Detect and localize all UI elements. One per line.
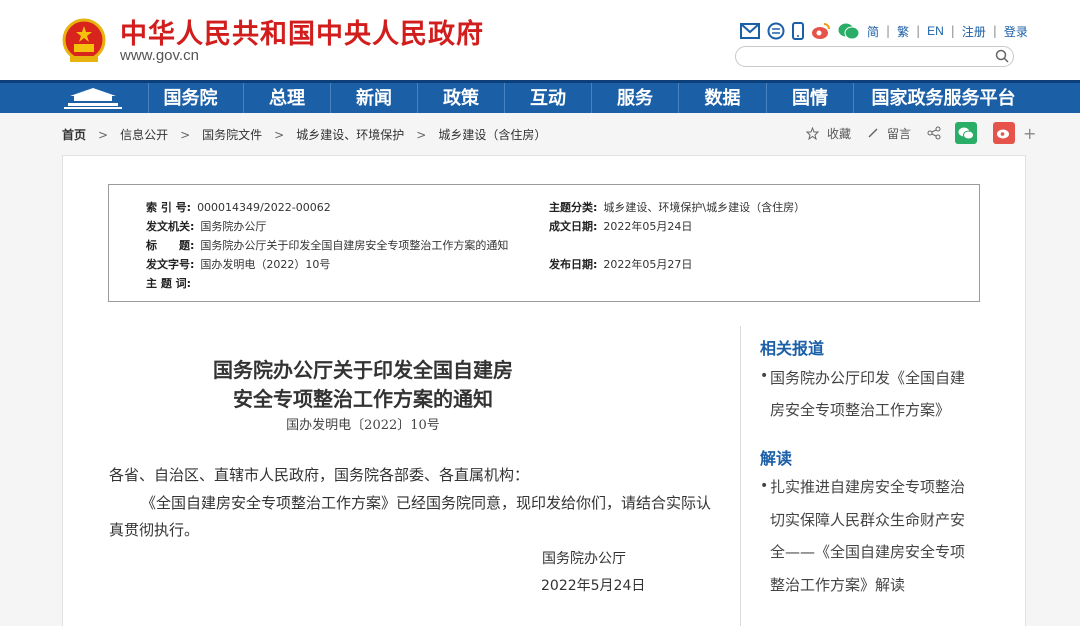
breadcrumb: 首页 > 信息公开 > 国务院文件 > 城乡建设、环境保护 > 城乡建设（含住房… — [62, 126, 546, 143]
meta-value: 2022年05月27日 — [603, 258, 693, 271]
breadcrumb-urban-housing[interactable]: 城乡建设（含住房） — [438, 126, 546, 143]
weibo-icon[interactable] — [811, 22, 831, 40]
login-link[interactable]: 登录 — [1004, 23, 1028, 40]
top-tools: 简 | 繁 | EN | 注册 | 登录 — [740, 20, 1028, 42]
meta-value: 000014349/2022-00062 — [197, 201, 331, 214]
meta-label: 成文日期: — [549, 220, 598, 233]
app-icon[interactable] — [767, 22, 785, 40]
document-paragraph-cont: 真贯彻执行。 — [109, 521, 200, 539]
mobile-icon[interactable] — [792, 22, 804, 40]
nav-item-premier[interactable]: 总理 — [243, 83, 330, 113]
search-input[interactable] — [735, 46, 1014, 67]
separator: | — [950, 24, 955, 38]
nav-item-service-platform[interactable]: 国家政务服务平台 — [853, 83, 1033, 113]
main-nav: 国务院 总理 新闻 政策 互动 服务 数据 国情 国家政务服务平台 — [0, 80, 1080, 113]
meta-label: 索 引 号: — [146, 201, 192, 214]
breadcrumb-documents[interactable]: 国务院文件 — [202, 126, 262, 143]
breadcrumb-separator: > — [274, 127, 285, 142]
interpretation-link-line[interactable]: 扎实推进自建房安全专项整治 — [770, 471, 980, 503]
comment-link[interactable]: 留言 — [887, 125, 911, 142]
breadcrumb-home[interactable]: 首页 — [62, 126, 86, 143]
site-title[interactable]: 中华人民共和国中央人民政府 — [120, 12, 484, 51]
meta-label: 标 题: — [146, 239, 195, 252]
breadcrumb-separator: > — [180, 127, 191, 142]
document-title-line1: 国务院办公厅关于印发全国自建房 — [213, 358, 513, 382]
wechat-icon[interactable] — [838, 22, 860, 40]
lang-english[interactable]: EN — [927, 24, 944, 38]
document-salutation: 各省、自治区、直辖市人民政府，国务院各部委、各直属机构： — [109, 466, 530, 484]
nav-item-national-info[interactable]: 国情 — [766, 83, 853, 113]
wechat-icon — [958, 127, 975, 140]
mail-icon[interactable] — [740, 22, 760, 40]
site-url[interactable]: www.gov.cn — [120, 47, 199, 64]
interpretation-heading[interactable]: 解读 — [760, 445, 792, 469]
nav-item-interaction[interactable]: 互动 — [504, 83, 591, 113]
national-emblem-icon — [62, 18, 106, 62]
weibo-icon — [997, 129, 1010, 139]
nav-item-state-council[interactable]: 国务院 — [148, 83, 232, 113]
bullet-marker: • — [760, 368, 769, 384]
breadcrumb-separator: > — [98, 127, 109, 142]
meta-publish-date: 发布日期: 2022年05月27日 — [549, 256, 692, 272]
meta-label: 发文字号: — [146, 258, 195, 271]
document-title-line2: 安全专项整治工作方案的通知 — [233, 387, 493, 411]
meta-label: 主题分类: — [549, 201, 598, 214]
meta-keywords: 主 题 词: — [146, 275, 197, 291]
pen-icon[interactable] — [867, 127, 879, 139]
meta-label: 发布日期: — [549, 258, 598, 271]
document-number: 国办发明电〔2022〕10号 — [286, 418, 440, 433]
meta-title: 标 题: 国务院办公厅关于印发全国自建房安全专项整治工作方案的通知 — [146, 237, 508, 253]
meta-label: 发文机关: — [146, 220, 195, 233]
separator: | — [916, 24, 921, 38]
star-icon[interactable] — [806, 126, 819, 140]
interpretation-link-line[interactable]: 整治工作方案》解读 — [770, 569, 980, 601]
share-bar: 收藏 留言 + — [806, 122, 1036, 144]
lang-simplified[interactable]: 简 — [867, 23, 879, 40]
meta-label: 主 题 词: — [146, 277, 192, 290]
meta-issuer: 发文机关: 国务院办公厅 — [146, 218, 266, 234]
related-link-line[interactable]: 房安全专项整治工作方案》 — [770, 394, 980, 426]
meta-index: 索 引 号: 000014349/2022-00062 — [146, 199, 331, 215]
lang-traditional[interactable]: 繁 — [897, 23, 909, 40]
document-metadata: 索 引 号: 000014349/2022-00062 主题分类: 城乡建设、环境保… — [108, 184, 980, 302]
nav-item-service[interactable]: 服务 — [591, 83, 678, 113]
meta-value: 2022年05月24日 — [603, 220, 693, 233]
sidebar-divider — [740, 326, 741, 626]
meta-written-date: 成文日期: 2022年05月24日 — [549, 218, 692, 234]
favorite-link[interactable]: 收藏 — [827, 125, 851, 142]
meta-value: 国务院办公厅 — [200, 220, 267, 233]
separator: | — [992, 24, 997, 38]
document-paragraph: 《全国自建房安全专项整治工作方案》已经国务院同意，现印发给你们，请结合实际认 — [141, 494, 712, 512]
search-icon[interactable] — [995, 49, 1009, 63]
more-share-button[interactable]: + — [1023, 124, 1036, 143]
related-link-line[interactable]: 国务院办公厅印发《全国自建 — [770, 362, 980, 394]
share-icon[interactable] — [927, 126, 941, 140]
breadcrumb-urban-env[interactable]: 城乡建设、环境保护 — [296, 126, 404, 143]
breadcrumb-separator: > — [416, 127, 427, 142]
bullet-marker: • — [760, 478, 769, 494]
document-sign-date: 2022年5月24日 — [541, 578, 646, 594]
meta-value: 国务院办公厅关于印发全国自建房安全专项整治工作方案的通知 — [200, 239, 509, 252]
nav-item-policy[interactable]: 政策 — [417, 83, 504, 113]
meta-doc-number: 发文字号: 国办发明电（2022）10号 — [146, 256, 330, 272]
register-link[interactable]: 注册 — [962, 23, 986, 40]
home-building-icon[interactable] — [58, 83, 148, 113]
meta-value: 城乡建设、环境保护\城乡建设（含住房） — [603, 201, 806, 214]
interpretation-link-line[interactable]: 切实保障人民群众生命财产安 — [770, 504, 980, 536]
meta-value: 国办发明电（2022）10号 — [200, 258, 331, 271]
document-signer: 国务院办公厅 — [542, 551, 626, 567]
nav-item-news[interactable]: 新闻 — [330, 83, 417, 113]
meta-topic: 主题分类: 城乡建设、环境保护\城乡建设（含住房） — [549, 199, 805, 215]
content-card: 索 引 号: 000014349/2022-00062 主题分类: 城乡建设、环境保… — [62, 155, 1026, 626]
breadcrumb-info-public[interactable]: 信息公开 — [120, 126, 168, 143]
related-reports-heading[interactable]: 相关报道 — [760, 335, 824, 359]
nav-item-data[interactable]: 数据 — [678, 83, 766, 113]
separator: | — [886, 24, 891, 38]
site-header: 中华人民共和国中央人民政府 www.gov.cn 简 | 繁 | EN | 注册… — [0, 0, 1080, 80]
interpretation-link-line[interactable]: 全——《全国自建房安全专项 — [770, 536, 980, 568]
wechat-share-button[interactable] — [955, 122, 978, 144]
weibo-share-button[interactable] — [993, 122, 1016, 144]
